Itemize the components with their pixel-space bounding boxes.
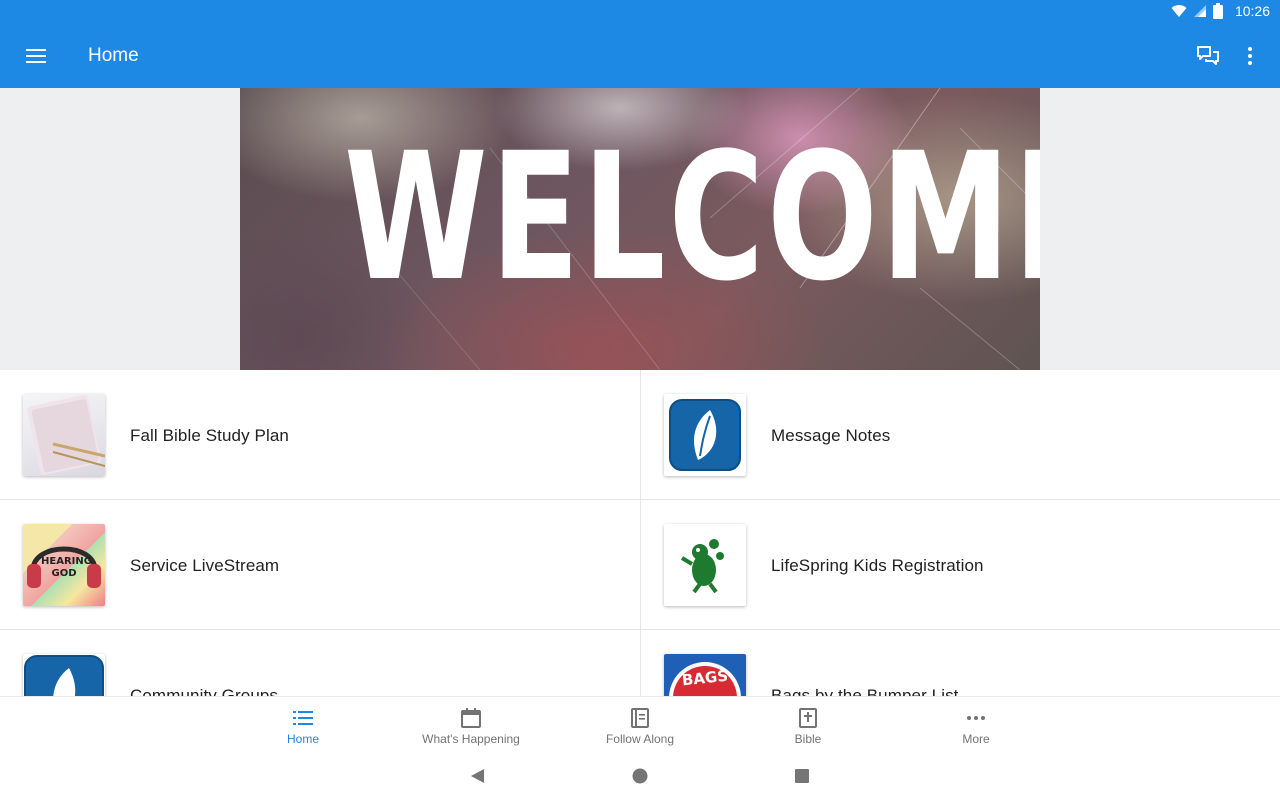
tile-label: Community Groups <box>130 686 279 696</box>
hearing-god-thumb: HEARING GOD <box>23 524 105 606</box>
battery-icon <box>1212 3 1223 19</box>
banner-area: WELCOME <box>0 88 1280 370</box>
status-icons: 10:26 <box>1171 3 1270 19</box>
status-time: 10:26 <box>1234 3 1270 19</box>
menu-button[interactable] <box>20 44 52 68</box>
notebook-image <box>27 395 105 475</box>
tile-fall-bible-study-plan[interactable]: Fall Bible Study Plan <box>0 370 640 500</box>
chat-icon <box>1197 46 1219 65</box>
hearing-god-text: HEARING GOD <box>41 556 92 579</box>
calendar-icon <box>461 708 481 728</box>
tile-label: Message Notes <box>771 426 891 445</box>
app-bar: Home <box>0 24 1280 88</box>
system-nav-bar <box>0 752 1280 800</box>
bottom-nav: Home What's Happening Follow Along Bible… <box>0 696 1280 752</box>
tile-message-notes[interactable]: Message Notes <box>640 370 1280 500</box>
bible-icon <box>799 708 817 728</box>
back-icon[interactable] <box>468 766 488 786</box>
nav-tab-whats-happening[interactable]: What's Happening <box>411 697 531 753</box>
nav-label-follow-along: Follow Along <box>605 732 675 746</box>
hamburger-icon <box>26 49 46 63</box>
recents-square-icon[interactable] <box>792 766 812 786</box>
nav-tab-follow-along[interactable]: Follow Along <box>580 697 700 753</box>
welcome-text: WELCOME <box>344 115 1040 320</box>
list-icon <box>293 711 313 725</box>
kids-frog-thumb <box>664 524 746 606</box>
tile-bags-by-the-bumper-list[interactable]: BAGS Bags by the Bumper List <box>640 630 1280 696</box>
nav-tab-bible[interactable]: Bible <box>748 697 868 753</box>
tile-label: LifeSpring Kids Registration <box>771 556 984 575</box>
frog-mascot-icon <box>680 539 724 594</box>
notebook-thumb <box>23 394 105 476</box>
tile-service-livestream[interactable]: HEARING GOD Service LiveStream <box>0 500 640 630</box>
nav-tab-more[interactable]: More <box>916 697 1036 753</box>
home-grid: Fall Bible Study Plan Message Notes HEAR… <box>0 370 1280 696</box>
page-title: Home <box>88 45 139 66</box>
home-circle-icon[interactable] <box>630 766 650 786</box>
status-bar: 10:26 <box>0 0 1280 24</box>
notes-icon <box>631 708 649 728</box>
leaf-logo-thumb <box>664 394 746 476</box>
overflow-menu-button[interactable] <box>1240 44 1260 68</box>
nav-label-bible: Bible <box>794 732 822 746</box>
tile-label: Service LiveStream <box>130 556 280 575</box>
tile-community-groups[interactable]: Community Groups <box>0 630 640 696</box>
more-dots-icon <box>967 716 985 720</box>
cell-signal-icon <box>1193 5 1206 17</box>
leaf-logo-thumb <box>23 654 105 696</box>
nav-label-more: More <box>962 732 990 746</box>
tile-lifespring-kids-registration[interactable]: LifeSpring Kids Registration <box>640 500 1280 630</box>
welcome-banner[interactable]: WELCOME <box>240 88 1040 370</box>
nav-tab-home[interactable]: Home <box>243 697 363 753</box>
tile-label: Bags by the Bumper List <box>771 686 959 696</box>
wifi-icon <box>1171 5 1187 18</box>
messages-button[interactable] <box>1194 44 1222 68</box>
bags-thumb: BAGS <box>664 654 746 696</box>
nav-label-home: Home <box>286 732 319 746</box>
tile-label: Fall Bible Study Plan <box>130 426 289 445</box>
more-vert-icon <box>1248 47 1252 65</box>
leaf-logo-icon <box>24 655 104 696</box>
nav-label-whats-happening: What's Happening <box>422 732 520 746</box>
leaf-logo-icon <box>669 399 741 471</box>
